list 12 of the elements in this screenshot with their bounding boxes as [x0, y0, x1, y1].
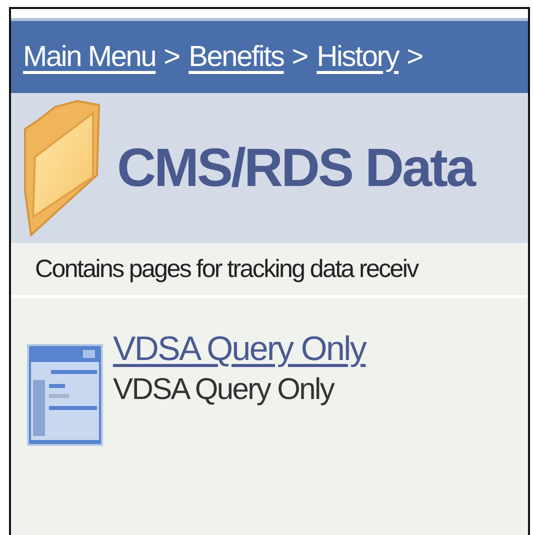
folder-icon	[23, 99, 101, 237]
page-description: Contains pages for tracking data receiv	[35, 254, 418, 284]
breadcrumb-separator: >	[406, 40, 424, 74]
page-title: CMS/RDS Data	[117, 137, 474, 199]
breadcrumb-link[interactable]: History	[316, 40, 399, 74]
breadcrumb-separator: >	[292, 40, 309, 74]
window-icon	[27, 344, 103, 446]
component-link[interactable]: VDSA Query Only	[113, 330, 366, 369]
component-description: VDSA Query Only	[113, 373, 334, 407]
breadcrumb-link[interactable]: Benefits	[188, 40, 284, 74]
breadcrumb-link[interactable]: Main Menu	[23, 40, 156, 74]
breadcrumb-separator: >	[164, 40, 181, 74]
